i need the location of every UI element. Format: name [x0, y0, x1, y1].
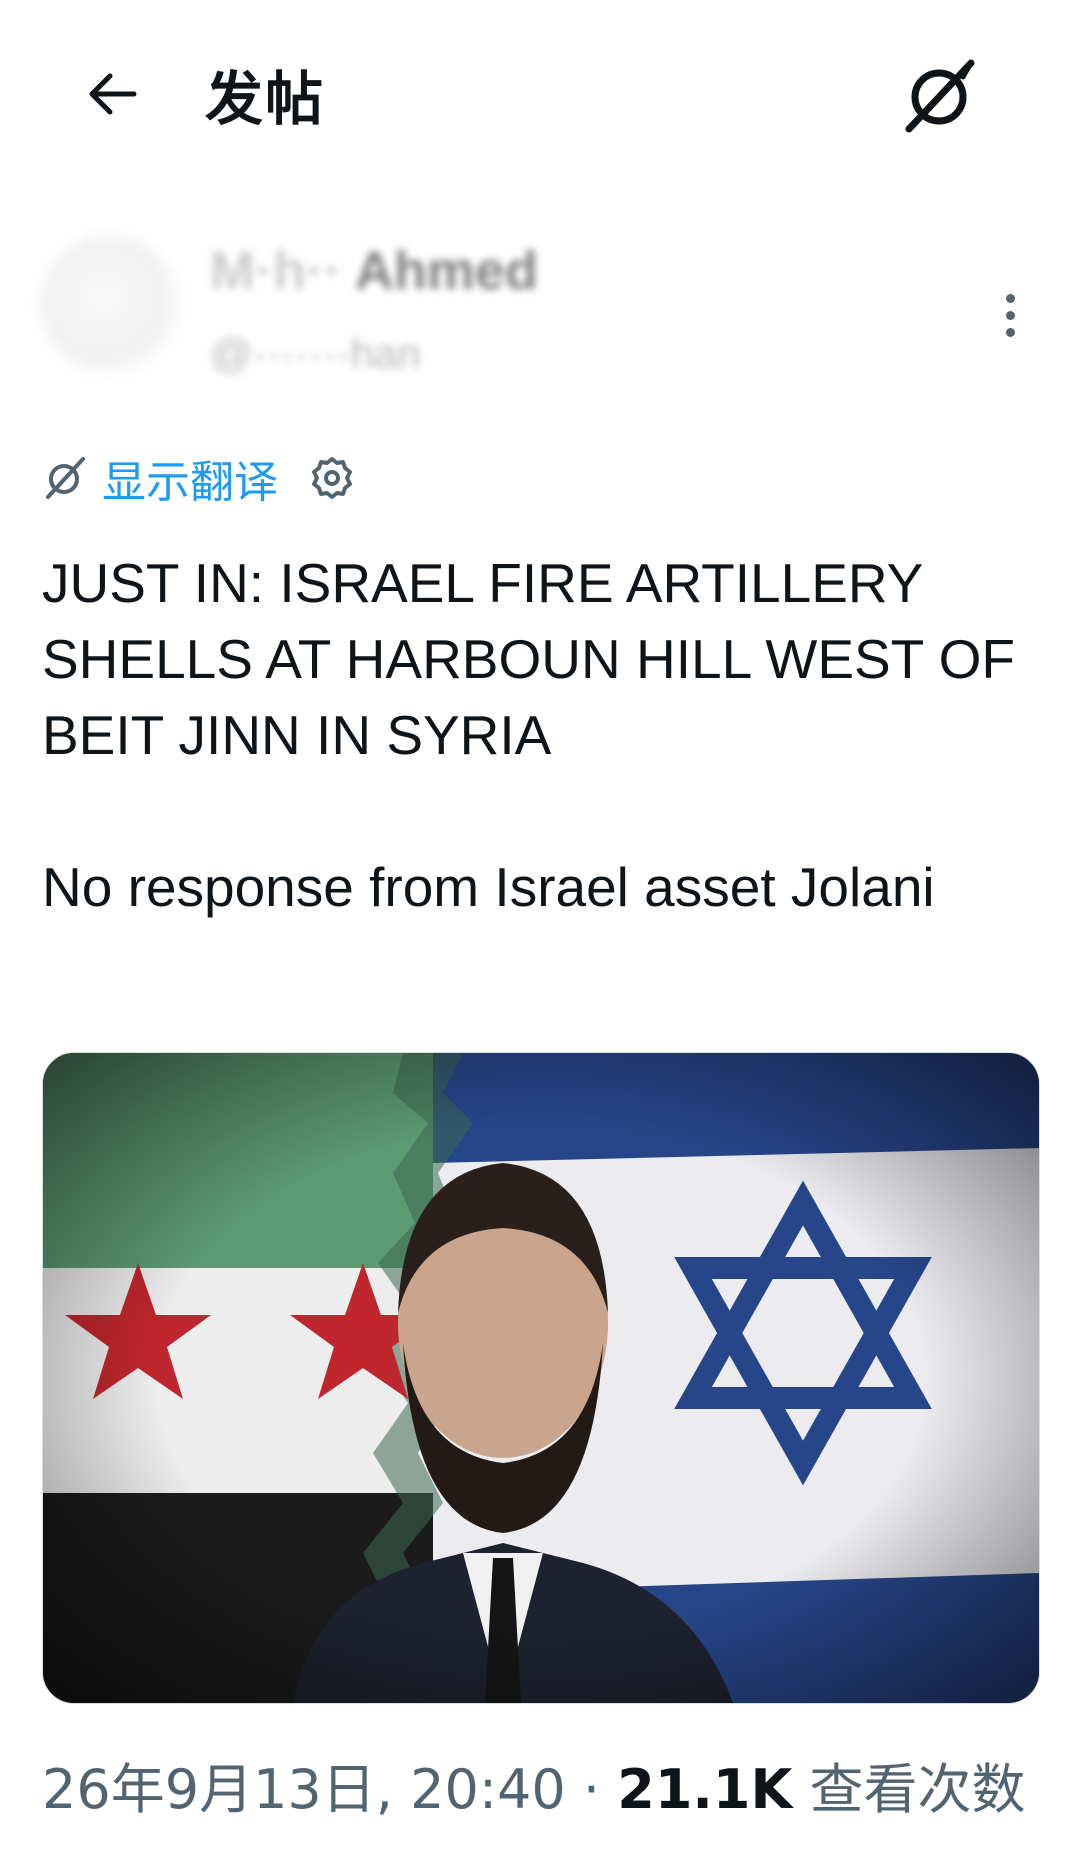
grok-icon [42, 455, 88, 501]
post-paragraph: No response from Israel asset Jolani [42, 856, 935, 918]
avatar[interactable] [40, 235, 180, 375]
post-text: JUST IN: ISRAEL FIRE ARTILLERY SHELLS AT… [42, 545, 1042, 925]
gear-icon[interactable] [308, 454, 356, 502]
post-author: M·h·· Ahmed @·······han [40, 225, 1040, 385]
back-button[interactable] [72, 54, 152, 134]
post-meta: 26年9月13日, 20:40 · 21.1K 查看次数 [42, 1745, 1026, 1824]
show-translation-link[interactable]: 显示翻译 [102, 446, 278, 510]
grok-button[interactable] [888, 44, 992, 148]
post-photo [43, 1053, 1039, 1703]
meta-separator: · [582, 1758, 601, 1821]
page-title: 发帖 [205, 65, 326, 133]
author-handle[interactable]: @·······han [210, 330, 421, 378]
translate-row: 显示翻译 [42, 448, 356, 508]
back-arrow-icon [89, 73, 137, 115]
top-bar: 发帖 [0, 0, 1080, 180]
author-display-name[interactable]: M·h·· Ahmed [210, 240, 538, 302]
post-timestamp[interactable]: 26年9月13日, 20:40 [42, 1758, 566, 1821]
more-vertical-icon [1005, 293, 1015, 303]
views-label: 查看次数 [809, 1758, 1026, 1821]
post-image[interactable] [42, 1052, 1040, 1704]
views-count: 21.1K [617, 1758, 793, 1821]
more-options-button[interactable] [980, 280, 1040, 350]
post-paragraph: JUST IN: ISRAEL FIRE ARTILLERY SHELLS AT… [42, 552, 1015, 766]
grok-icon [905, 59, 975, 133]
